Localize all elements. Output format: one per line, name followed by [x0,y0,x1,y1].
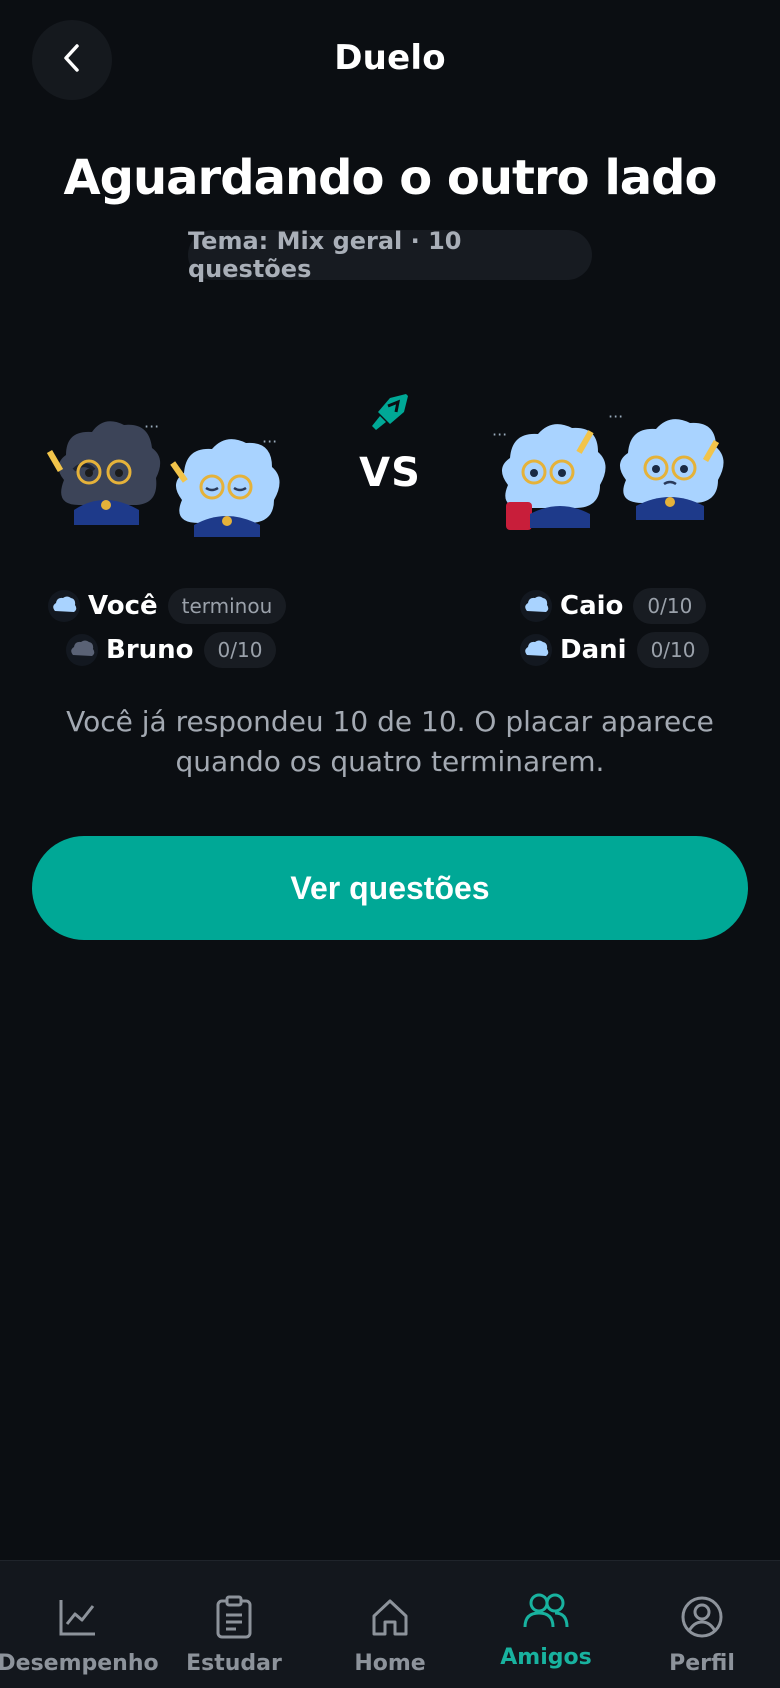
svg-text:···: ··· [608,407,623,426]
nav-label: Perfil [669,1651,735,1676]
svg-text:···: ··· [492,425,507,444]
nav-label: Desempenho [0,1651,159,1676]
users-icon [522,1587,570,1635]
nav-label: Amigos [500,1645,592,1670]
svg-text:···: ··· [262,432,277,451]
sword-icon [366,388,414,440]
team-right: ··· ··· [490,407,740,570]
nav-item-perfil[interactable]: Perfil [624,1561,780,1688]
topic-badge: Tema: Mix geral · 10 questões [188,227,592,283]
nav-item-estudar[interactable]: Estudar [156,1561,312,1688]
player-name: Dani [560,635,627,665]
player-row: Dani 0/10 [520,632,710,668]
status-badge: terminou [167,588,287,624]
avatar [66,634,98,666]
home-icon [369,1593,411,1641]
player-name: Caio [560,591,624,621]
vs-label: VS [359,450,421,496]
status-badge: 0/10 [203,632,277,668]
nav-item-desempenho[interactable]: Desempenho [0,1561,159,1688]
player-row: Caio 0/10 [520,588,707,624]
clipboard-icon [214,1593,254,1641]
user-circle-icon [680,1593,724,1641]
nav-item-amigos[interactable]: Amigos [468,1561,624,1688]
team-left: ··· ··· [44,410,294,570]
nav-label: Estudar [186,1651,282,1676]
page-title: Duelo [334,38,446,78]
light-cloud-mascot: ··· [170,432,280,537]
bottom-nav: Desempenho Estudar Home Amigos Perfil [0,1560,780,1688]
status-badge: 0/10 [636,632,710,668]
status-title: Aguardando o outro lado [63,150,717,206]
nav-label: Home [354,1651,426,1676]
light-cloud-mascot: ··· [608,407,724,520]
view-questions-button[interactable]: Ver questões [32,836,748,940]
player-name: Você [88,591,158,621]
top-bar: Duelo [0,0,780,120]
light-cloud-mascot: ··· [492,424,606,530]
svg-text:···: ··· [144,417,159,436]
avatar [48,590,80,622]
versus-indicator: VS [340,380,440,500]
player-row: Bruno 0/10 [66,632,277,668]
player-name: Bruno [106,635,194,665]
chart-line-icon [57,1593,99,1641]
player-row: Você terminou [48,588,287,624]
status-badge: 0/10 [633,588,707,624]
avatar [520,634,552,666]
waiting-info: Você já respondeu 10 de 10. O placar apa… [66,705,714,778]
nav-item-home[interactable]: Home [312,1561,468,1688]
dark-cloud-mascot: ··· [46,417,161,525]
avatar [520,590,552,622]
